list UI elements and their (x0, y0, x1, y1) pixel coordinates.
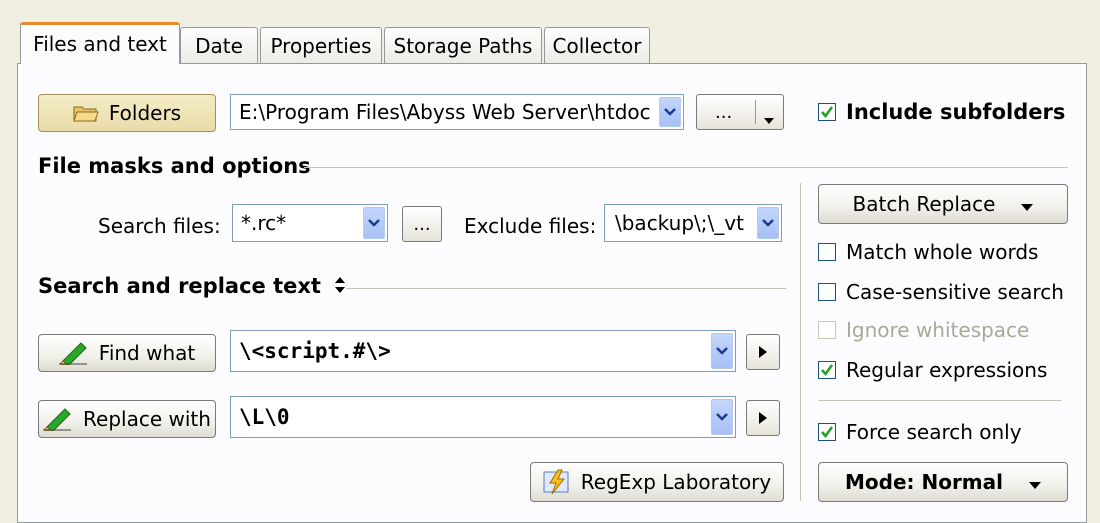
exclude-files-value: \backup\;\_vt (615, 211, 744, 235)
triangle-down-icon (764, 108, 774, 129)
folder-path-combo[interactable]: E:\Program Files\Abyss Web Server\htdoc (230, 94, 684, 130)
browse-folder-button[interactable]: ... (696, 94, 784, 130)
mode-button[interactable]: Mode: Normal (818, 462, 1068, 502)
ignore-whitespace-checkbox: Ignore whitespace (818, 318, 1029, 342)
chevron-down-icon[interactable] (363, 207, 385, 239)
replace-with-button[interactable]: Replace with (38, 400, 216, 438)
options-separator (818, 400, 1062, 401)
search-files-combo[interactable]: *.rc* (232, 204, 388, 242)
batch-replace-button[interactable]: Batch Replace (818, 184, 1068, 224)
include-subfolders-checkbox[interactable]: Include subfolders (818, 100, 1065, 124)
browse-label: ... (715, 101, 733, 123)
tab-label: Collector (552, 34, 642, 58)
folders-button-label: Folders (108, 101, 182, 125)
chevron-down-icon[interactable] (757, 207, 779, 239)
folder-path-value: E:\Program Files\Abyss Web Server\htdoc (239, 100, 651, 124)
regexp-laboratory-label: RegExp Laboratory (580, 470, 772, 494)
chevron-down-icon[interactable] (659, 97, 681, 127)
triangle-right-icon (759, 342, 767, 363)
chevron-down-icon[interactable] (711, 399, 733, 435)
match-whole-words-checkbox[interactable]: Match whole words (818, 240, 1038, 264)
browse-label: ... (413, 213, 431, 235)
updown-arrows-icon[interactable] (334, 275, 346, 299)
file-masks-section-title: File masks and options (38, 154, 311, 178)
find-what-value: \<script.#\> (239, 339, 391, 363)
tab-label: Files and text (33, 32, 167, 56)
folders-button[interactable]: Folders (38, 94, 216, 132)
search-files-value: *.rc* (241, 211, 287, 235)
search-replace-section-title: Search and replace text (38, 274, 346, 299)
tab-label: Date (195, 34, 243, 58)
case-sensitive-label: Case-sensitive search (846, 280, 1064, 304)
include-subfolders-label: Include subfolders (846, 100, 1066, 124)
folder-icon (73, 103, 99, 123)
checkbox-box[interactable] (818, 423, 836, 441)
tab-collector[interactable]: Collector (544, 27, 650, 63)
checkbox-box[interactable] (818, 243, 836, 261)
force-search-only-checkbox[interactable]: Force search only (818, 420, 1022, 444)
replace-menu-button[interactable] (746, 400, 780, 436)
tab-properties[interactable]: Properties (260, 27, 382, 63)
section-divider (304, 167, 1068, 168)
find-what-combo[interactable]: \<script.#\> (230, 330, 736, 372)
options-divider (800, 183, 801, 501)
find-what-button[interactable]: Find what (38, 334, 216, 372)
regular-expressions-label: Regular expressions (846, 358, 1048, 382)
replace-with-combo[interactable]: \L\0 (230, 396, 736, 438)
browse-mask-button[interactable]: ... (402, 206, 442, 242)
tab-storage-paths[interactable]: Storage Paths (384, 27, 542, 63)
split-divider (755, 100, 756, 124)
checkbox-box[interactable] (818, 283, 836, 301)
pencil-icon (43, 407, 73, 433)
find-menu-button[interactable] (746, 334, 780, 370)
find-what-label: Find what (98, 341, 196, 365)
pencil-icon (58, 341, 89, 367)
search-replace-title-text: Search and replace text (38, 274, 321, 298)
regular-expressions-checkbox[interactable]: Regular expressions (818, 358, 1047, 382)
lightning-icon (543, 469, 571, 495)
search-files-label: Search files: (98, 214, 221, 238)
tab-files-and-text[interactable]: Files and text (20, 22, 180, 64)
triangle-right-icon (759, 408, 767, 429)
case-sensitive-checkbox[interactable]: Case-sensitive search (818, 280, 1064, 304)
tab-label: Storage Paths (393, 34, 533, 58)
force-search-only-label: Force search only (846, 420, 1022, 444)
triangle-down-icon (1029, 470, 1042, 494)
tab-label: Properties (270, 34, 372, 58)
exclude-files-combo[interactable]: \backup\;\_vt (604, 204, 782, 242)
match-whole-words-label: Match whole words (846, 240, 1039, 264)
triangle-down-icon (1021, 192, 1034, 216)
mode-label: Mode: Normal (844, 470, 1004, 494)
chevron-down-icon[interactable] (711, 333, 733, 369)
batch-replace-label: Batch Replace (852, 192, 996, 216)
exclude-files-label: Exclude files: (464, 214, 597, 238)
checkbox-box (818, 321, 836, 339)
checkbox-box[interactable] (818, 103, 836, 121)
replace-with-label: Replace with (83, 407, 211, 431)
checkbox-box[interactable] (818, 361, 836, 379)
tab-date[interactable]: Date (180, 27, 258, 63)
replace-with-value: \L\0 (239, 405, 290, 429)
ignore-whitespace-label: Ignore whitespace (846, 318, 1030, 342)
regexp-laboratory-button[interactable]: RegExp Laboratory (530, 462, 784, 502)
section-divider (346, 288, 786, 289)
